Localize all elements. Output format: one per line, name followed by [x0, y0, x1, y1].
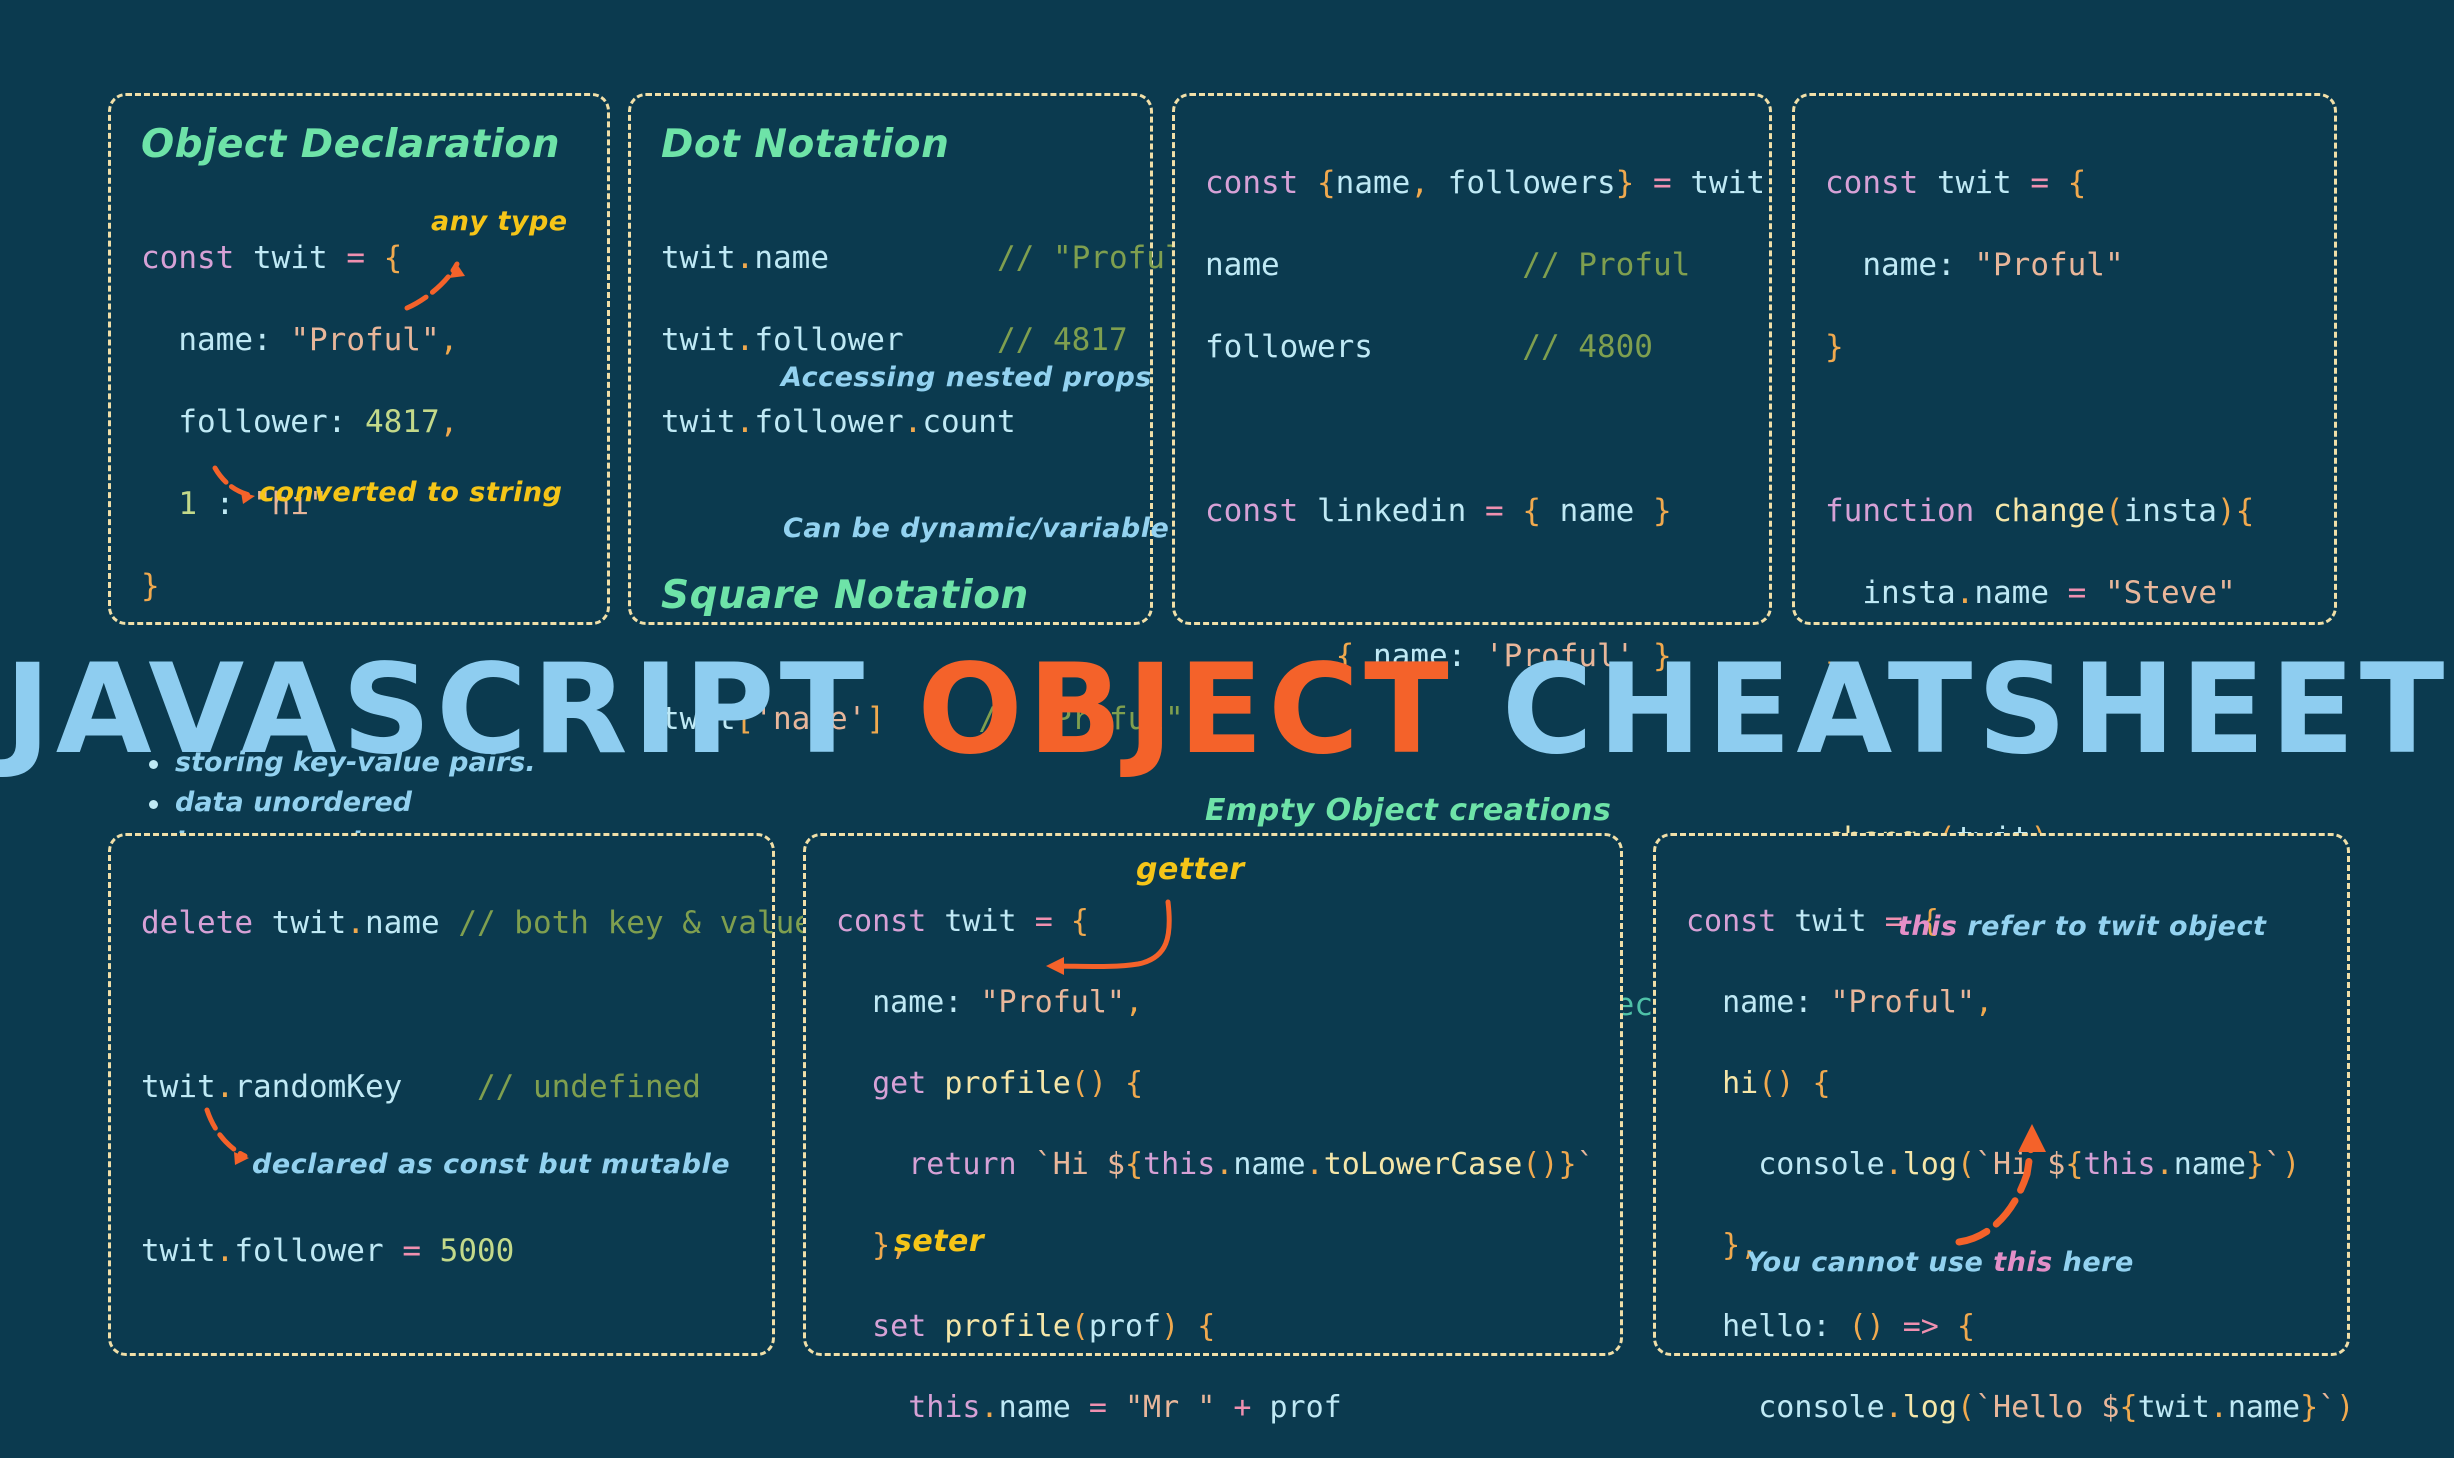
code-object-declaration: const twit = { name: "Proful", follower:…	[141, 240, 459, 604]
card-title-object-declaration: Object Declaration	[141, 122, 560, 167]
page-title: JAVASCRIPT OBJECT CHEATSHEET	[0, 638, 2454, 782]
annotation-any-type: any type	[431, 206, 568, 237]
annotation-converted-to-string: converted to string	[259, 477, 563, 508]
code-delete: delete twit.name // both key & value twi…	[141, 905, 813, 1269]
annotation-cannot-use-pre: You cannot use	[1746, 1247, 1994, 1278]
annotation-const-but-mutable: declared as const but mutable	[252, 1149, 731, 1180]
annotation-this-refer-rest: refer to twit object	[1957, 911, 2267, 942]
card-object-declaration: Object Declaration const twit = { name: …	[108, 93, 610, 858]
card-pass-by-reference: const twit = { name: "Proful" } function…	[1792, 93, 2337, 1093]
card-delete-iterate: delete twit.name // both key & value twi…	[108, 833, 813, 1356]
annotation-cannot-use-post: here	[2052, 1247, 2134, 1278]
card-this-keyword: const twit = { name: "Proful", hi() { co…	[1653, 833, 2354, 1425]
annotation-this-keyword: this	[1898, 911, 1958, 942]
annotation-cannot-use-this-keyword: this	[1993, 1247, 2053, 1278]
annotation-nested-props: Accessing nested props	[781, 362, 1152, 393]
code-this-keyword: const twit = { name: "Proful", hi() { co…	[1686, 904, 2355, 1425]
card-destructuring: const {name, followers} = twit name // P…	[1172, 93, 1772, 1023]
annotation-empty-object-creations: Empty Object creations	[1205, 793, 1612, 828]
code-for-in-loop: for(const key in twit) { console.log(key…	[141, 1446, 742, 1458]
card-title-square-notation: Square Notation	[661, 573, 1029, 618]
cheatsheet-page: Object Declaration const twit = { name: …	[0, 0, 2454, 1458]
annotation-cannot-use-this: You cannot use this here	[1746, 1247, 2134, 1278]
card-getter-setter: const twit = { name: "Proful", get profi…	[803, 833, 1623, 1425]
card-dot-notation: Dot Notation twit.name // "Proful" twit.…	[628, 93, 1203, 737]
annotation-dynamic-variable: Can be dynamic/variable	[783, 513, 1170, 544]
list-item: data unordered	[141, 783, 577, 823]
annotation-getter-label: getter	[1136, 852, 1245, 887]
card-title-dot-notation: Dot Notation	[661, 122, 950, 167]
annotation-this-refer-twit: this refer to twit object	[1898, 911, 2266, 942]
page-title-part2: OBJECT	[917, 638, 1454, 782]
annotation-setter-label: seter	[894, 1224, 985, 1259]
code-dot-notation: twit.name // "Proful" twit.follower // 4…	[661, 240, 1203, 440]
code-getter-setter: const twit = { name: "Proful", get profi…	[836, 904, 1595, 1425]
page-title-part3: CHEATSHEET	[1453, 638, 2450, 782]
page-title-part1: JAVASCRIPT	[4, 638, 918, 782]
